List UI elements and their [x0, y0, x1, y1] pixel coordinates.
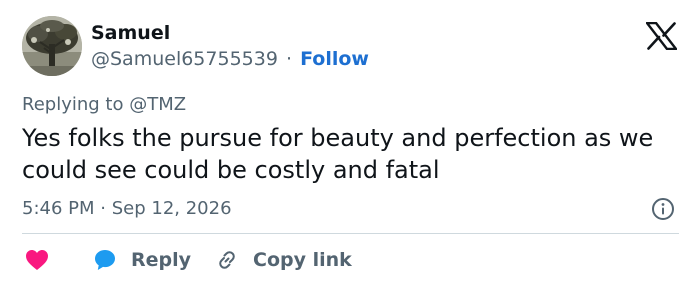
handle-separator: ·	[285, 48, 293, 70]
link-icon	[219, 251, 235, 269]
divider	[22, 233, 679, 234]
avatar[interactable]	[22, 16, 82, 76]
reply-button[interactable]: Reply	[93, 246, 191, 274]
follow-button[interactable]: Follow	[300, 48, 369, 70]
tweet-timestamp[interactable]: 5:46 PM · Sep 12, 2026	[22, 198, 232, 219]
author-name[interactable]: Samuel	[91, 22, 170, 44]
tweet-time: 5:46 PM	[22, 198, 95, 219]
speech-bubble-icon	[95, 250, 115, 270]
timestamp-separator: ·	[100, 198, 106, 219]
replying-to-line: Replying to @TMZ	[22, 94, 186, 115]
reply-label: Reply	[131, 249, 192, 271]
action-bar: Reply Copy link	[0, 244, 700, 276]
tree-avatar-icon	[22, 16, 82, 76]
author-handle[interactable]: @Samuel65755539	[91, 48, 278, 70]
author-handle-line: @Samuel65755539 · Follow	[91, 48, 369, 70]
heart-icon[interactable]	[25, 249, 49, 271]
tweet-text: Yes folks the pursue for beauty and perf…	[22, 124, 654, 184]
x-logo-icon[interactable]	[646, 22, 677, 50]
copy-link-button[interactable]: Copy link	[215, 246, 352, 274]
tweet-date: Sep 12, 2026	[111, 198, 232, 219]
info-icon[interactable]	[651, 197, 675, 221]
replying-prefix: Replying to	[22, 94, 124, 115]
tweet-embed-card: Samuel @Samuel65755539 · Follow Replying…	[0, 0, 700, 287]
replying-to-handle[interactable]: @TMZ	[129, 94, 186, 115]
copy-link-label: Copy link	[253, 249, 352, 271]
